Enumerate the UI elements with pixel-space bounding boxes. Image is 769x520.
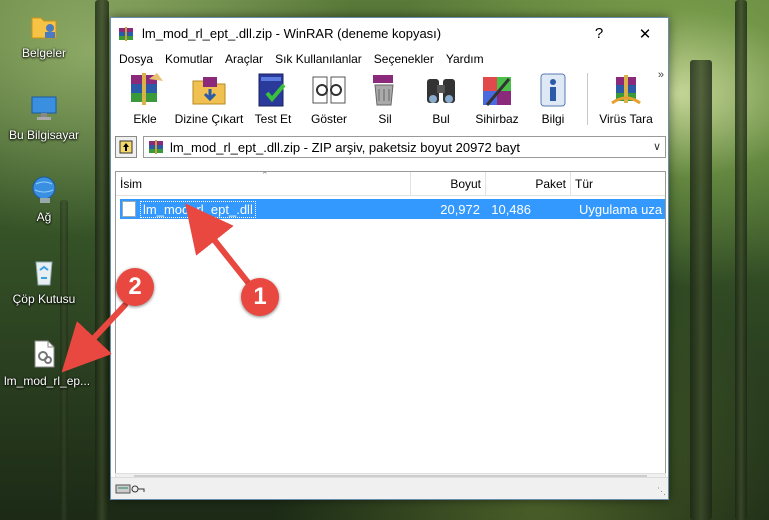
winrar-app-icon (118, 26, 134, 42)
desktop-icon-documents[interactable]: Belgeler (4, 10, 84, 60)
window-title: lm_mod_rl_ept_.dll.zip - WinRAR (deneme … (142, 26, 442, 41)
file-type: Uygulama uza (579, 201, 663, 217)
up-folder-button[interactable] (115, 136, 137, 158)
test-button[interactable]: Test Et (245, 69, 301, 129)
menu-options[interactable]: Seçenekler (368, 52, 440, 66)
extract-to-button[interactable]: Dizine Çıkart (173, 69, 245, 129)
address-text: lm_mod_rl_ept_.dll.zip - ZIP arşiv, pake… (170, 139, 520, 155)
extract-to-icon (189, 71, 229, 109)
menu-help[interactable]: Yardım (440, 52, 490, 66)
close-button[interactable]: ✕ (622, 18, 668, 49)
column-headers: ⌃ İsim Boyut Paket Tür (116, 170, 665, 196)
menu-file[interactable]: Dosya (113, 52, 159, 66)
add-archive-icon (125, 71, 165, 109)
file-name: lm_mod_rl_ept_.dll (140, 200, 256, 218)
menu-bar: Dosya Komutlar Araçlar Sık Kullanılanlar… (111, 49, 668, 69)
table-row[interactable]: lm_mod_rl_ept_.dll 20,972 10,486 Uygulam… (120, 199, 665, 219)
info-button[interactable]: Bilgi (525, 69, 581, 129)
virus-scan-button[interactable]: Virüs Tara (594, 69, 658, 129)
desktop-icon-label: lm_mod_rl_ep... (4, 374, 91, 388)
menu-tools[interactable]: Araçlar (219, 52, 269, 66)
desktop-icon-dll-file[interactable]: lm_mod_rl_ep... (4, 338, 91, 388)
desktop-icon-label: Ağ (36, 210, 52, 224)
add-button[interactable]: Ekle (117, 69, 173, 129)
delete-button[interactable]: Sil (357, 69, 413, 129)
up-arrow-icon (119, 140, 133, 154)
file-list: ⌃ İsim Boyut Paket Tür lm_mod_rl_ept_.dl… (115, 170, 666, 475)
computer-icon (28, 92, 60, 124)
help-button[interactable]: ? (576, 18, 622, 49)
column-size[interactable]: Boyut (411, 172, 486, 196)
dll-file-icon (122, 201, 136, 217)
drive-key-icon (115, 484, 145, 493)
documents-folder-icon (28, 10, 60, 42)
zip-archive-icon (149, 140, 163, 154)
toolbar-more-button[interactable]: » (658, 69, 664, 81)
dll-file-icon (28, 338, 60, 370)
column-type[interactable]: Tür (571, 172, 665, 196)
info-icon (533, 71, 573, 109)
find-button[interactable]: Bul (413, 69, 469, 129)
delete-icon (365, 71, 405, 109)
menu-commands[interactable]: Komutlar (159, 52, 219, 66)
desktop-icon-label: Belgeler (21, 46, 67, 60)
find-icon (421, 71, 461, 109)
title-bar[interactable]: lm_mod_rl_ept_.dll.zip - WinRAR (deneme … (111, 18, 668, 49)
desktop-icon-label: Bu Bilgisayar (8, 128, 80, 142)
wizard-icon (477, 71, 517, 109)
file-size: 20,972 (440, 201, 480, 217)
desktop-icon-network[interactable]: Ağ (4, 174, 84, 224)
desktop-icon-recycle-bin[interactable]: Çöp Kutusu (4, 256, 84, 306)
tree-trunk (690, 60, 712, 520)
tree-trunk (735, 0, 747, 520)
winrar-window: lm_mod_rl_ept_.dll.zip - WinRAR (deneme … (110, 17, 669, 500)
annotation-badge-1: 1 (241, 278, 279, 316)
virus-scan-icon (606, 71, 646, 109)
desktop-icon-computer[interactable]: Bu Bilgisayar (4, 92, 84, 142)
file-packed: 10,486 (491, 201, 531, 217)
menu-favorites[interactable]: Sık Kullanılanlar (269, 52, 368, 66)
sort-indicator-icon: ⌃ (261, 170, 269, 180)
status-bar: ⋱ (111, 477, 668, 499)
toolbar: Ekle Dizine Çıkart Test Et Göster Sil Bu… (111, 69, 668, 133)
recycle-bin-icon (28, 256, 60, 288)
test-icon (253, 71, 293, 109)
annotation-badge-2: 2 (116, 268, 154, 306)
toolbar-separator (587, 73, 588, 125)
column-packed[interactable]: Paket (486, 172, 571, 196)
address-field[interactable]: lm_mod_rl_ept_.dll.zip - ZIP arşiv, pake… (143, 136, 666, 158)
tree-trunk (95, 0, 109, 520)
desktop-icon-label: Çöp Kutusu (12, 292, 76, 306)
network-icon (28, 174, 60, 206)
resize-grip-icon[interactable]: ⋱ (657, 486, 666, 497)
wizard-button[interactable]: Sihirbaz (469, 69, 525, 129)
view-icon (309, 71, 349, 109)
chevron-down-icon[interactable]: ∨ (653, 140, 661, 153)
view-button[interactable]: Göster (301, 69, 357, 129)
address-bar: lm_mod_rl_ept_.dll.zip - ZIP arşiv, pake… (111, 133, 668, 161)
